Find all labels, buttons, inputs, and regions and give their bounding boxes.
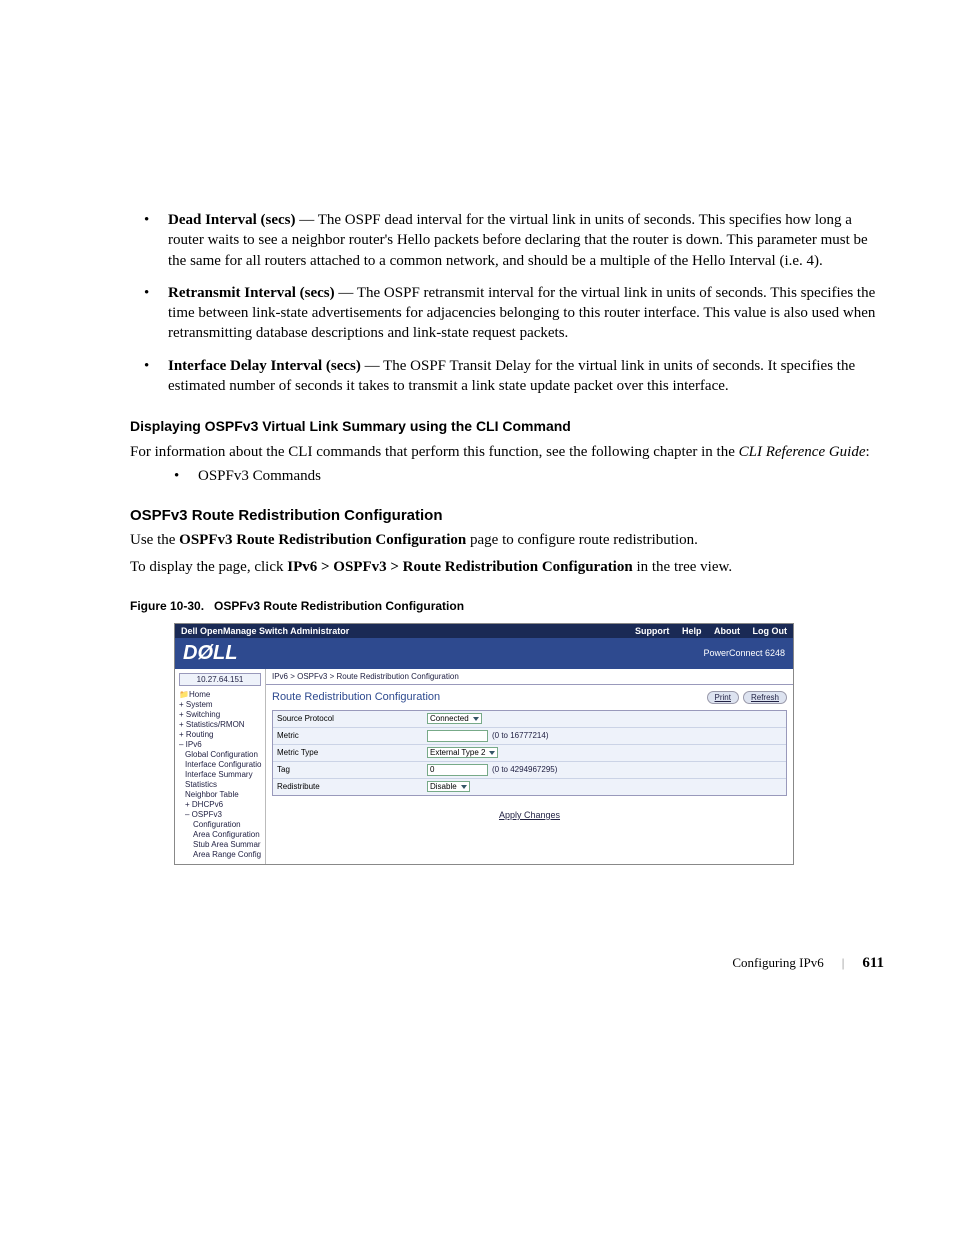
- tree-interface-summary[interactable]: Interface Summary: [179, 770, 265, 780]
- device-ip: 10.27.64.151: [179, 673, 261, 686]
- input-metric[interactable]: [427, 730, 488, 742]
- tree-ipv6[interactable]: – IPv6: [179, 740, 265, 750]
- apply-changes-button[interactable]: Apply Changes: [499, 810, 560, 820]
- hint-metric: (0 to 16777214): [492, 731, 549, 740]
- select-redistribute[interactable]: Disable: [427, 781, 470, 792]
- term: Interface Delay Interval (secs): [168, 358, 361, 374]
- tree-dhcpv6[interactable]: + DHCPv6: [179, 800, 265, 810]
- bullet-retransmit-interval: Retransmit Interval (secs) — The OSPF re…: [130, 283, 884, 344]
- dell-logo: DØLL: [183, 642, 237, 665]
- label-redistribute: Redistribute: [277, 782, 427, 791]
- nav-about[interactable]: About: [714, 626, 740, 636]
- hint-tag: (0 to 4294967295): [492, 765, 557, 774]
- input-tag[interactable]: 0: [427, 764, 488, 776]
- sidebar: 10.27.64.151 📁Home + System + Switching …: [175, 669, 266, 864]
- term: Dead Interval (secs): [168, 212, 295, 228]
- footer-separator: |: [842, 955, 845, 971]
- footer-section: Configuring IPv6: [732, 955, 823, 971]
- app-topbar: Dell OpenManage Switch Administrator Sup…: [175, 624, 793, 638]
- page-title: Route Redistribution Configuration: [272, 691, 440, 703]
- nav-help[interactable]: Help: [682, 626, 702, 636]
- app-title: Dell OpenManage Switch Administrator: [181, 626, 349, 636]
- tree-area-config[interactable]: Area Configuration: [179, 830, 265, 840]
- label-metric: Metric: [277, 731, 427, 740]
- tree-neighbor-table[interactable]: Neighbor Table: [179, 790, 265, 800]
- screenshot-route-redist: Dell OpenManage Switch Administrator Sup…: [174, 623, 794, 865]
- usage-paragraph: Use the OSPFv3 Route Redistribution Conf…: [130, 530, 884, 550]
- page-footer: Configuring IPv6 | 611: [130, 955, 884, 972]
- bullet-interface-delay: Interface Delay Interval (secs) — The OS…: [130, 356, 884, 397]
- breadcrumb: IPv6 > OSPFv3 > Route Redistribution Con…: [266, 669, 793, 685]
- nav-support[interactable]: Support: [635, 626, 670, 636]
- tree-home[interactable]: 📁Home: [179, 690, 265, 700]
- tree-area-range-config[interactable]: Area Range Config: [179, 850, 265, 860]
- cli-commands-list: OSPFv3 Commands: [130, 468, 884, 485]
- bullet-dead-interval: Dead Interval (secs) — The OSPF dead int…: [130, 210, 884, 271]
- cli-command-item: OSPFv3 Commands: [130, 468, 884, 485]
- term: Retransmit Interval (secs): [168, 285, 335, 301]
- tree-ospfv3[interactable]: – OSPFv3: [179, 810, 265, 820]
- tree-switching[interactable]: + Switching: [179, 710, 265, 720]
- navigation-paragraph: To display the page, click IPv6 > OSPFv3…: [130, 557, 884, 577]
- section-heading-route-redist: OSPFv3 Route Redistribution Configuratio…: [130, 507, 884, 524]
- refresh-button[interactable]: Refresh: [743, 691, 787, 704]
- model-label: PowerConnect 6248: [703, 648, 785, 658]
- tree-interface-config[interactable]: Interface Configuratio: [179, 760, 265, 770]
- tree-stub-area-summary[interactable]: Stub Area Summar: [179, 840, 265, 850]
- tree-stats-rmon[interactable]: + Statistics/RMON: [179, 720, 265, 730]
- figure-caption: Figure 10-30. OSPFv3 Route Redistributio…: [130, 599, 884, 613]
- tree-system[interactable]: + System: [179, 700, 265, 710]
- tree-statistics[interactable]: Statistics: [179, 780, 265, 790]
- select-metric-type[interactable]: External Type 2: [427, 747, 498, 758]
- label-source-protocol: Source Protocol: [277, 714, 427, 723]
- brand-bar: DØLL PowerConnect 6248: [175, 638, 793, 669]
- cli-paragraph: For information about the CLI commands t…: [130, 442, 884, 462]
- nav-logout[interactable]: Log Out: [753, 626, 788, 636]
- main-panel: IPv6 > OSPFv3 > Route Redistribution Con…: [266, 669, 793, 864]
- definition-list: Dead Interval (secs) — The OSPF dead int…: [130, 210, 884, 396]
- label-metric-type: Metric Type: [277, 748, 427, 757]
- tree-ospfv3-config[interactable]: Configuration: [179, 820, 265, 830]
- subheading-cli: Displaying OSPFv3 Virtual Link Summary u…: [130, 418, 884, 434]
- tree-routing[interactable]: + Routing: [179, 730, 265, 740]
- print-button[interactable]: Print: [707, 691, 739, 704]
- footer-page-number: 611: [862, 955, 884, 972]
- select-source-protocol[interactable]: Connected: [427, 713, 482, 724]
- config-form: Source Protocol Connected Metric (0 to 1…: [272, 710, 787, 796]
- nav-tree: 📁Home + System + Switching + Statistics/…: [175, 690, 265, 860]
- tree-global-config[interactable]: Global Configuration: [179, 750, 265, 760]
- label-tag: Tag: [277, 765, 427, 774]
